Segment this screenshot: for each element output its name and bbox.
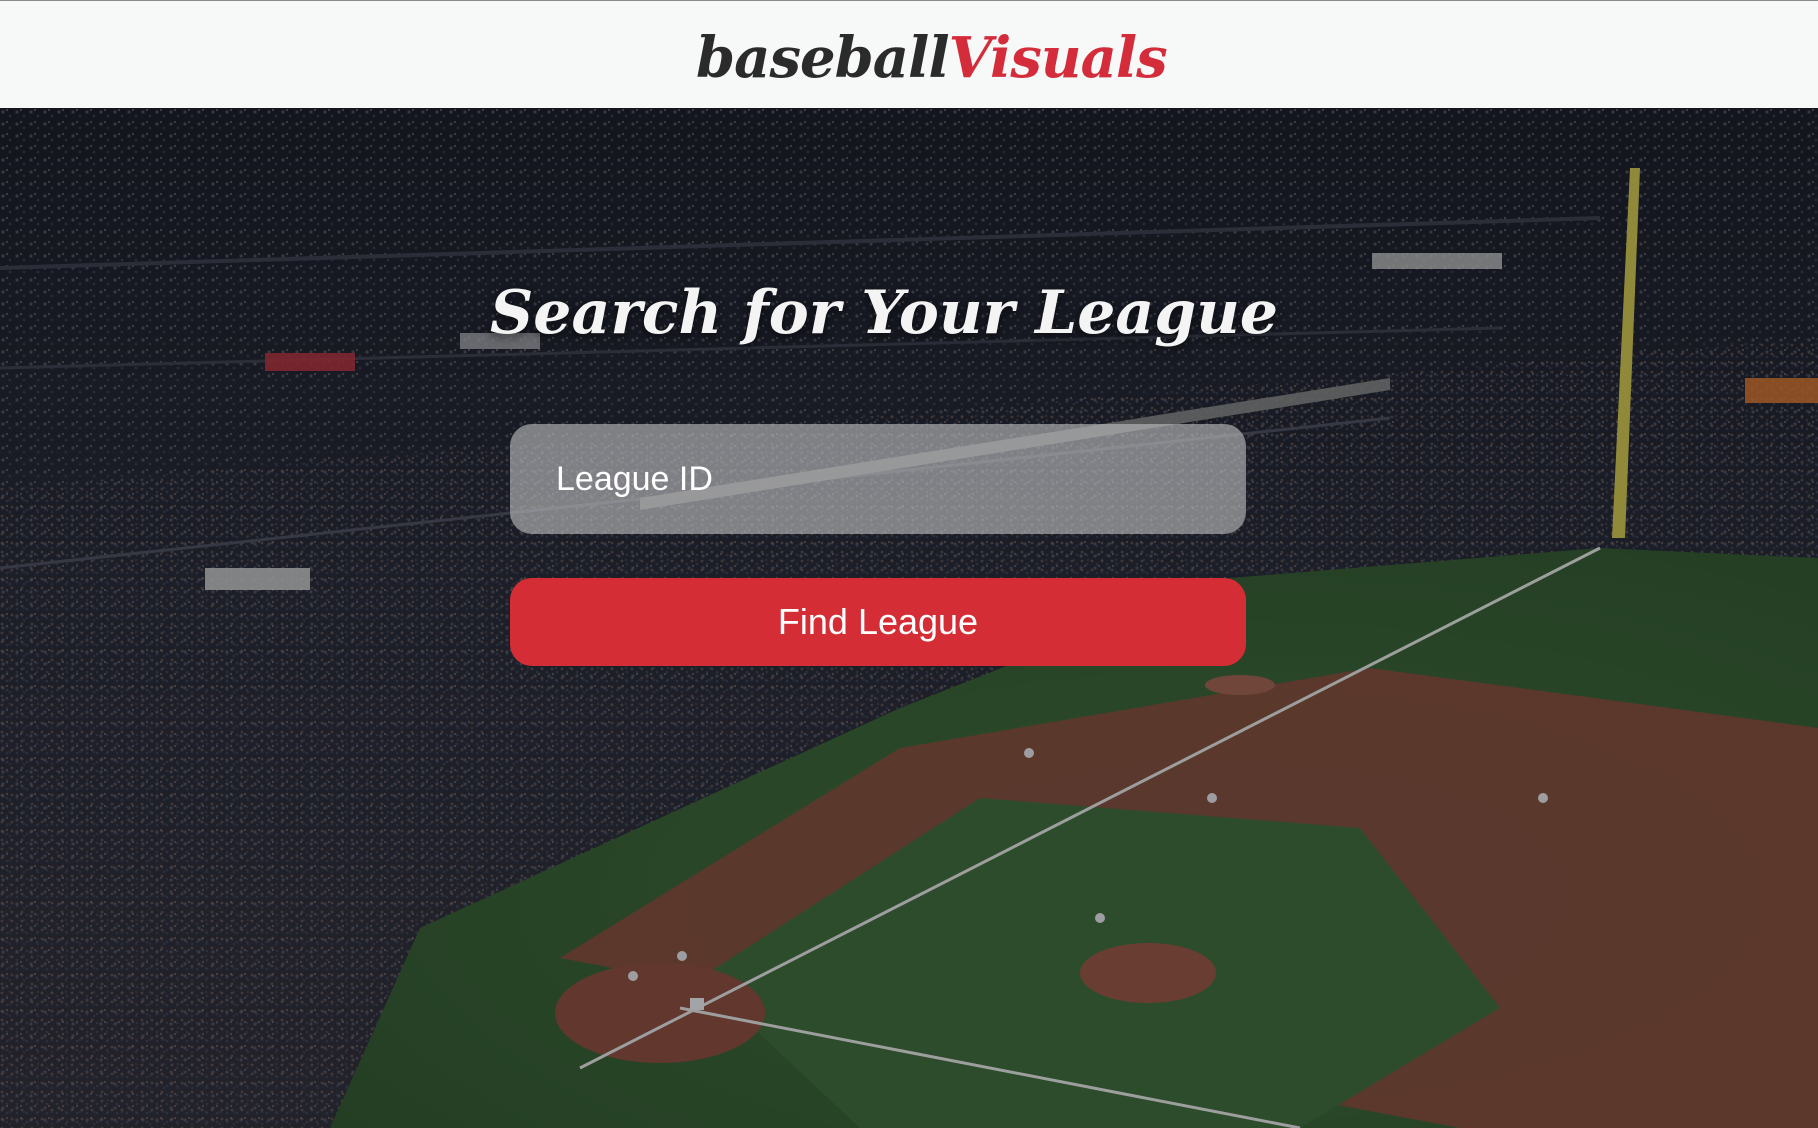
find-league-button[interactable]: Find League <box>510 578 1246 666</box>
logo-text-baseball: baseball <box>696 25 950 91</box>
site-logo[interactable]: baseballVisuals <box>696 23 1168 93</box>
logo-text-visuals: Visuals <box>948 25 1168 91</box>
search-title: Search for Your League <box>489 278 1279 348</box>
league-id-input[interactable] <box>510 424 1246 534</box>
site-header: baseballVisuals <box>0 0 1818 108</box>
hero-section: Search for Your League Find League <box>0 108 1818 1128</box>
